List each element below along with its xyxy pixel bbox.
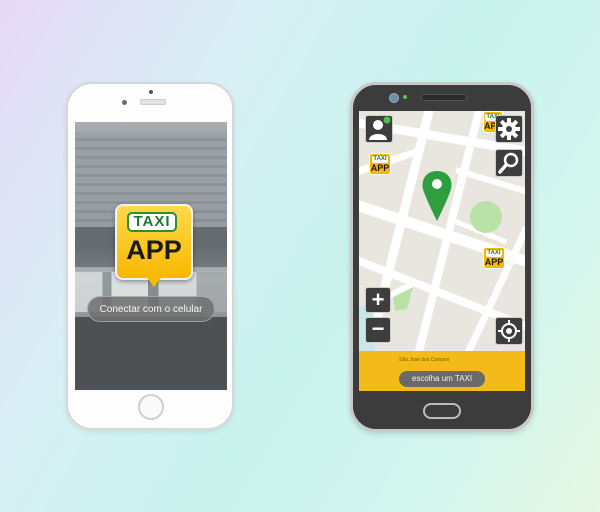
person-icon (369, 116, 391, 140)
logo-pointer (147, 278, 161, 287)
map-screen: TAXI APP TAXI APP TAXI APP + − São José … (359, 111, 525, 391)
locate-button[interactable] (495, 317, 523, 345)
logo-app-text: APP (126, 235, 182, 265)
magnifier-icon (498, 152, 519, 174)
logo-taxi-tag: TAXI (127, 212, 177, 232)
street-map[interactable] (359, 111, 525, 351)
choose-taxi-button[interactable]: escolha um TAXI (399, 371, 485, 387)
android-device: TAXI APP TAXI APP TAXI APP + − São José … (350, 82, 534, 432)
marker-app-text: APP (370, 163, 390, 173)
front-camera (122, 100, 127, 105)
top-dot (149, 90, 153, 94)
home-button[interactable] (138, 394, 164, 420)
bottom-action-bar: São José dos Campos escolha um TAXI (359, 351, 525, 391)
earpiece-speaker (140, 99, 166, 105)
home-button[interactable] (423, 403, 461, 419)
taxi-marker[interactable]: TAXI APP (483, 247, 505, 269)
login-screen: TAXI APP Conectar com o celular (75, 122, 227, 390)
zoom-in-button[interactable]: + (365, 287, 391, 313)
earpiece-speaker (421, 94, 467, 101)
crosshair-icon (498, 320, 520, 342)
front-camera (389, 93, 399, 103)
address-label: São José dos Campos (399, 357, 450, 363)
settings-button[interactable] (495, 115, 523, 143)
search-button[interactable] (495, 149, 523, 177)
connect-phone-button[interactable]: Conectar com o celular (87, 296, 215, 322)
profile-button[interactable] (365, 115, 393, 143)
iphone-device: TAXI APP Conectar com o celular (66, 82, 234, 430)
marker-taxi-tag: TAXI (486, 250, 502, 257)
notification-led (403, 95, 407, 99)
taxi-app-logo: TAXI APP (115, 204, 193, 287)
gear-icon (498, 118, 520, 140)
marker-taxi-tag: TAXI (372, 156, 388, 163)
park-roundabout (470, 201, 502, 233)
zoom-out-button[interactable]: − (365, 317, 391, 343)
marker-app-text: APP (484, 257, 504, 267)
background-road (75, 317, 227, 390)
taxi-marker[interactable]: TAXI APP (369, 153, 391, 175)
